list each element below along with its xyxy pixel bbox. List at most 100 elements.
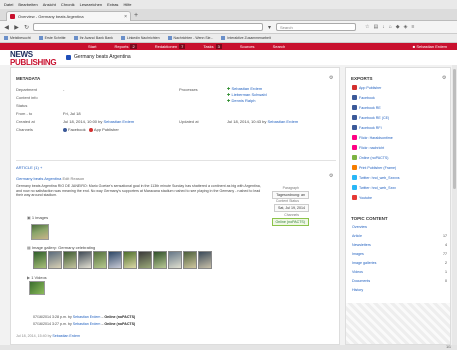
export-item[interactable]: Facebook RE (CE) xyxy=(352,115,389,120)
menu-item[interactable]: Hilfe xyxy=(123,2,131,7)
search-input[interactable]: Search xyxy=(276,23,356,31)
topic-content-item[interactable]: History xyxy=(352,288,447,292)
bookmark-item[interactable]: Meistbesucht xyxy=(4,36,31,40)
bookmark-item[interactable]: Erste Schritte xyxy=(38,36,66,40)
bookmark-item[interactable]: Nachrichten - Wenn Sie... xyxy=(167,36,213,40)
gallery-thumbnail[interactable] xyxy=(48,251,62,269)
app-logo[interactable]: NEWS PUBLISHING PUBLISHING PROGRAMMER xyxy=(10,51,62,72)
export-item[interactable]: Facebook xyxy=(352,95,375,100)
reload-icon[interactable]: ↻ xyxy=(23,24,30,31)
nav-start[interactable]: Start xyxy=(88,44,96,49)
channel-app-publisher[interactable]: App Publisher xyxy=(88,127,119,132)
page-scrollbar[interactable] xyxy=(452,65,457,345)
process-item[interactable]: ✚ Sebastian Erdem xyxy=(227,86,262,91)
menu-item[interactable]: Datei xyxy=(4,2,13,7)
export-item[interactable]: Online (noPACTS) xyxy=(352,155,389,160)
close-tab-icon[interactable]: × xyxy=(124,14,127,20)
export-item[interactable]: Flickr: Haraldsontime xyxy=(352,135,393,140)
browser-tab[interactable]: Overview - Germany beats Argentina × xyxy=(6,11,131,21)
menu-item[interactable]: Chronik xyxy=(61,2,75,7)
gallery-thumbnail[interactable] xyxy=(78,251,92,269)
created-by-link[interactable]: Sebastian Erdem xyxy=(104,119,135,124)
process-item[interactable]: ✚ Lieberman Schwabl xyxy=(227,92,267,97)
nav-search[interactable]: Search xyxy=(273,44,286,49)
nav-redaktionen[interactable]: Redaktionen 7 xyxy=(155,44,186,49)
from-to-value[interactable]: Fri, Jul 18 xyxy=(63,111,81,116)
topic-content-item[interactable]: Overview xyxy=(352,225,447,229)
user-menu[interactable]: ■ Sebastian Erdem xyxy=(413,44,447,49)
gallery-thumbnail[interactable] xyxy=(138,251,152,269)
shield-icon[interactable]: ◆ xyxy=(396,24,400,30)
export-item[interactable]: App Publisher xyxy=(352,85,381,90)
paragraph-box[interactable]: Tagesordnung: an xyxy=(272,191,309,199)
gallery-thumbnail[interactable] xyxy=(123,251,137,269)
dropdown-icon[interactable]: ▾ xyxy=(266,24,273,31)
topic-content-item[interactable]: Article 17 xyxy=(352,234,447,238)
add-article-button[interactable]: + xyxy=(40,165,42,170)
paragraph-label: Paragraph xyxy=(282,186,299,190)
gallery-thumbnail[interactable] xyxy=(168,251,182,269)
updated-by-link[interactable]: Sebastian Erdem xyxy=(268,119,299,124)
video-thumbnail[interactable] xyxy=(29,281,45,295)
export-item[interactable]: Flickr: nachricht xyxy=(352,145,384,150)
nav-reports[interactable]: Reports 2 xyxy=(114,44,137,49)
bookmark-item[interactable]: Interaktive Zusammenarbeit xyxy=(221,36,271,40)
export-item[interactable]: Facebook RE xyxy=(352,105,381,110)
gallery-thumbnail[interactable] xyxy=(108,251,122,269)
export-item[interactable]: Facebook RFI xyxy=(352,125,382,130)
channel-facebook[interactable]: Facebook xyxy=(63,127,86,132)
gallery-thumbnail[interactable] xyxy=(198,251,212,269)
clipboard-icon[interactable]: ▤ xyxy=(373,24,378,30)
topic-content-item[interactable]: Videos 1 xyxy=(352,270,447,274)
topic-content-item[interactable]: Newsletters 4 xyxy=(352,243,447,247)
gallery-thumbnail[interactable] xyxy=(63,251,77,269)
gear-icon[interactable]: ⚙ xyxy=(329,75,333,81)
scrollbar-thumb[interactable] xyxy=(453,69,456,189)
export-item[interactable]: Twitter: hnd_web_Sxxxxs xyxy=(352,175,400,180)
gear-icon[interactable]: ⚙ xyxy=(329,173,333,179)
nav-tasks[interactable]: Tasks 3 xyxy=(203,44,222,49)
menu-icon[interactable]: ≡ xyxy=(411,24,414,30)
export-item[interactable]: Print Publisher (Frame) xyxy=(352,165,396,170)
export-label: Flickr: Haraldsontime xyxy=(359,135,393,140)
gallery-thumbnail[interactable] xyxy=(33,251,47,269)
content-status-box[interactable]: Sat, Jul 19, 2014 xyxy=(274,204,309,212)
export-channel-icon xyxy=(352,135,357,140)
topic-content-item[interactable]: Documents 0 xyxy=(352,279,447,283)
star-icon[interactable]: ☆ xyxy=(365,24,369,30)
export-item[interactable]: Twitter: hnd_web_Sxxx xyxy=(352,185,396,190)
gear-icon[interactable]: ⚙ xyxy=(442,75,446,81)
menu-item[interactable]: Bearbeiten xyxy=(18,2,37,7)
bookmark-item[interactable]: Ihr Avanci Bank Bank xyxy=(73,36,113,40)
back-icon[interactable]: ◀ xyxy=(3,24,10,31)
menu-item[interactable]: Ansicht xyxy=(43,2,56,7)
export-item[interactable]: Youtube xyxy=(352,195,372,200)
forward-icon[interactable]: ▶ xyxy=(13,24,20,31)
online-status-box[interactable]: Online (noPACTS) xyxy=(271,218,309,226)
home-icon[interactable]: ⌂ xyxy=(389,24,392,30)
new-tab-icon[interactable]: + xyxy=(134,12,138,20)
url-bar[interactable] xyxy=(33,23,263,31)
images-count: 1 images xyxy=(31,215,49,220)
gallery-thumbnail[interactable] xyxy=(153,251,167,269)
gallery-thumbnail[interactable] xyxy=(93,251,107,269)
image-thumbnail[interactable] xyxy=(31,224,49,240)
topic-content-item[interactable]: Images 77 xyxy=(352,252,447,256)
history-user-link[interactable]: Sebastian Erdem xyxy=(73,322,101,326)
menu-item[interactable]: Lesezeichen xyxy=(80,2,102,7)
pocket-icon[interactable]: ◈ xyxy=(404,24,408,30)
footer-user-link[interactable]: Sebastian Erdem xyxy=(52,334,80,338)
download-icon[interactable]: ↓ xyxy=(382,24,385,30)
process-item[interactable]: ✚ Dennis Ralph xyxy=(227,98,255,103)
export-label: Facebook RFI xyxy=(359,125,382,130)
article-title-link[interactable]: Germany beats Argentina xyxy=(16,176,61,181)
bookmark-item[interactable]: Linkedin Nachrichten xyxy=(120,36,160,40)
article-edit[interactable]: Edit Reason xyxy=(62,176,84,181)
menu-item[interactable]: Extras xyxy=(107,2,118,7)
history-user-link[interactable]: Sebastian Erdem xyxy=(73,315,101,319)
topic-content-item[interactable]: Image galleries 2 xyxy=(352,261,447,265)
article-tab[interactable]: ARTICLE (1) + xyxy=(16,165,42,170)
nav-sources[interactable]: Sources xyxy=(240,44,255,49)
process-label: Lieberman Schwabl xyxy=(231,92,267,97)
gallery-thumbnail[interactable] xyxy=(183,251,197,269)
